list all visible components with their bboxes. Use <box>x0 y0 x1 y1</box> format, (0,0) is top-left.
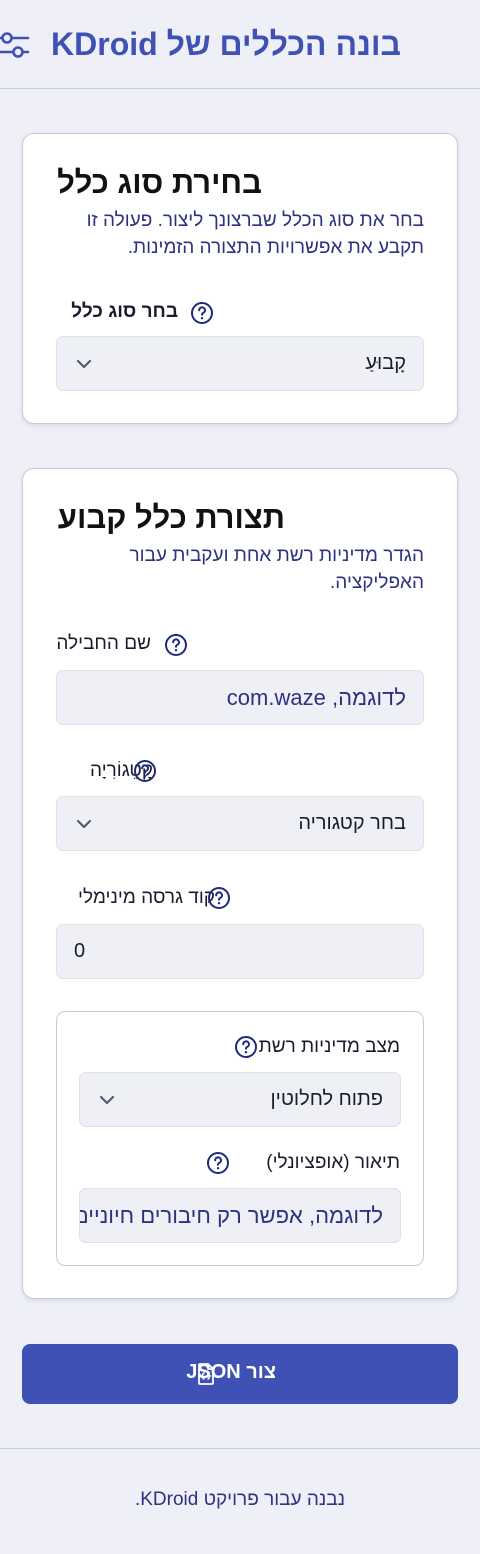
package-name-placeholder: לדוגמה, com.waze <box>226 685 406 710</box>
help-icon[interactable] <box>133 759 157 783</box>
policy-mode-selected: פתוח לחלוטין <box>270 1088 383 1110</box>
app-header: בונה הכללים של KDroid <box>0 0 480 89</box>
help-icon[interactable] <box>207 886 231 910</box>
rule-type-selected: קָבוּעַ <box>365 352 406 374</box>
package-name-input[interactable]: לדוגמה, com.waze <box>56 670 424 725</box>
min-version-value: 0 <box>74 940 86 962</box>
fixed-rule-description: הגדר מדיניות רשת אחת ועקבית עבור האפליקצ… <box>129 545 424 593</box>
policy-description-placeholder: לדוגמה, אפשר רק חיבורים חיוניים <box>79 1203 383 1228</box>
chevron-down-icon <box>76 819 92 829</box>
help-icon[interactable] <box>234 1035 258 1059</box>
fixed-rule-card: תצורת כלל קבוע הגדר מדיניות רשת אחת ועקב… <box>22 468 458 1299</box>
sliders-icon[interactable] <box>0 30 30 60</box>
help-icon[interactable] <box>190 301 214 325</box>
rule-type-label: בחר סוג כלל <box>71 301 178 322</box>
rule-type-card: בחירת סוג כלל בחר את סוג הכלל שברצונך לי… <box>22 133 458 424</box>
page-title: בונה הכללים של KDroid <box>51 26 401 62</box>
chevron-down-icon <box>99 1095 115 1105</box>
category-select[interactable]: בחר קטגוריה <box>56 796 424 851</box>
help-icon[interactable] <box>164 633 188 657</box>
min-version-input[interactable]: 0 <box>56 924 424 979</box>
fixed-rule-title: תצורת כלל קבוע <box>57 500 285 535</box>
rule-type-select[interactable]: קָבוּעַ <box>56 336 424 391</box>
policy-mode-select[interactable]: פתוח לחלוטין <box>79 1072 401 1127</box>
chevron-down-icon <box>76 359 92 369</box>
help-icon[interactable] <box>206 1151 230 1175</box>
json-file-icon <box>198 1363 214 1385</box>
package-name-label: שם החבילה <box>56 633 151 654</box>
generate-json-button[interactable]: צור JSON <box>22 1344 458 1404</box>
policy-description-label: תיאור (אופציונלי) <box>266 1152 400 1173</box>
rule-type-description: בחר את סוג הכלל שברצונך ליצור. פעולה זו … <box>86 210 424 258</box>
min-version-label: קוד גרסה מינימלי <box>78 887 215 908</box>
network-policy-section: מצב מדיניות רשת פתוח לחלוטין תיאור (אופצ… <box>56 1011 424 1266</box>
footer-divider <box>0 1448 480 1449</box>
rule-type-title: בחירת סוג כלל <box>57 165 262 200</box>
footer-text: נבנה עבור פרויקט KDroid. <box>134 1489 346 1510</box>
category-selected: בחר קטגוריה <box>298 812 406 834</box>
policy-description-input[interactable]: לדוגמה, אפשר רק חיבורים חיוניים <box>79 1188 401 1243</box>
policy-mode-label: מצב מדיניות רשת <box>258 1036 400 1057</box>
